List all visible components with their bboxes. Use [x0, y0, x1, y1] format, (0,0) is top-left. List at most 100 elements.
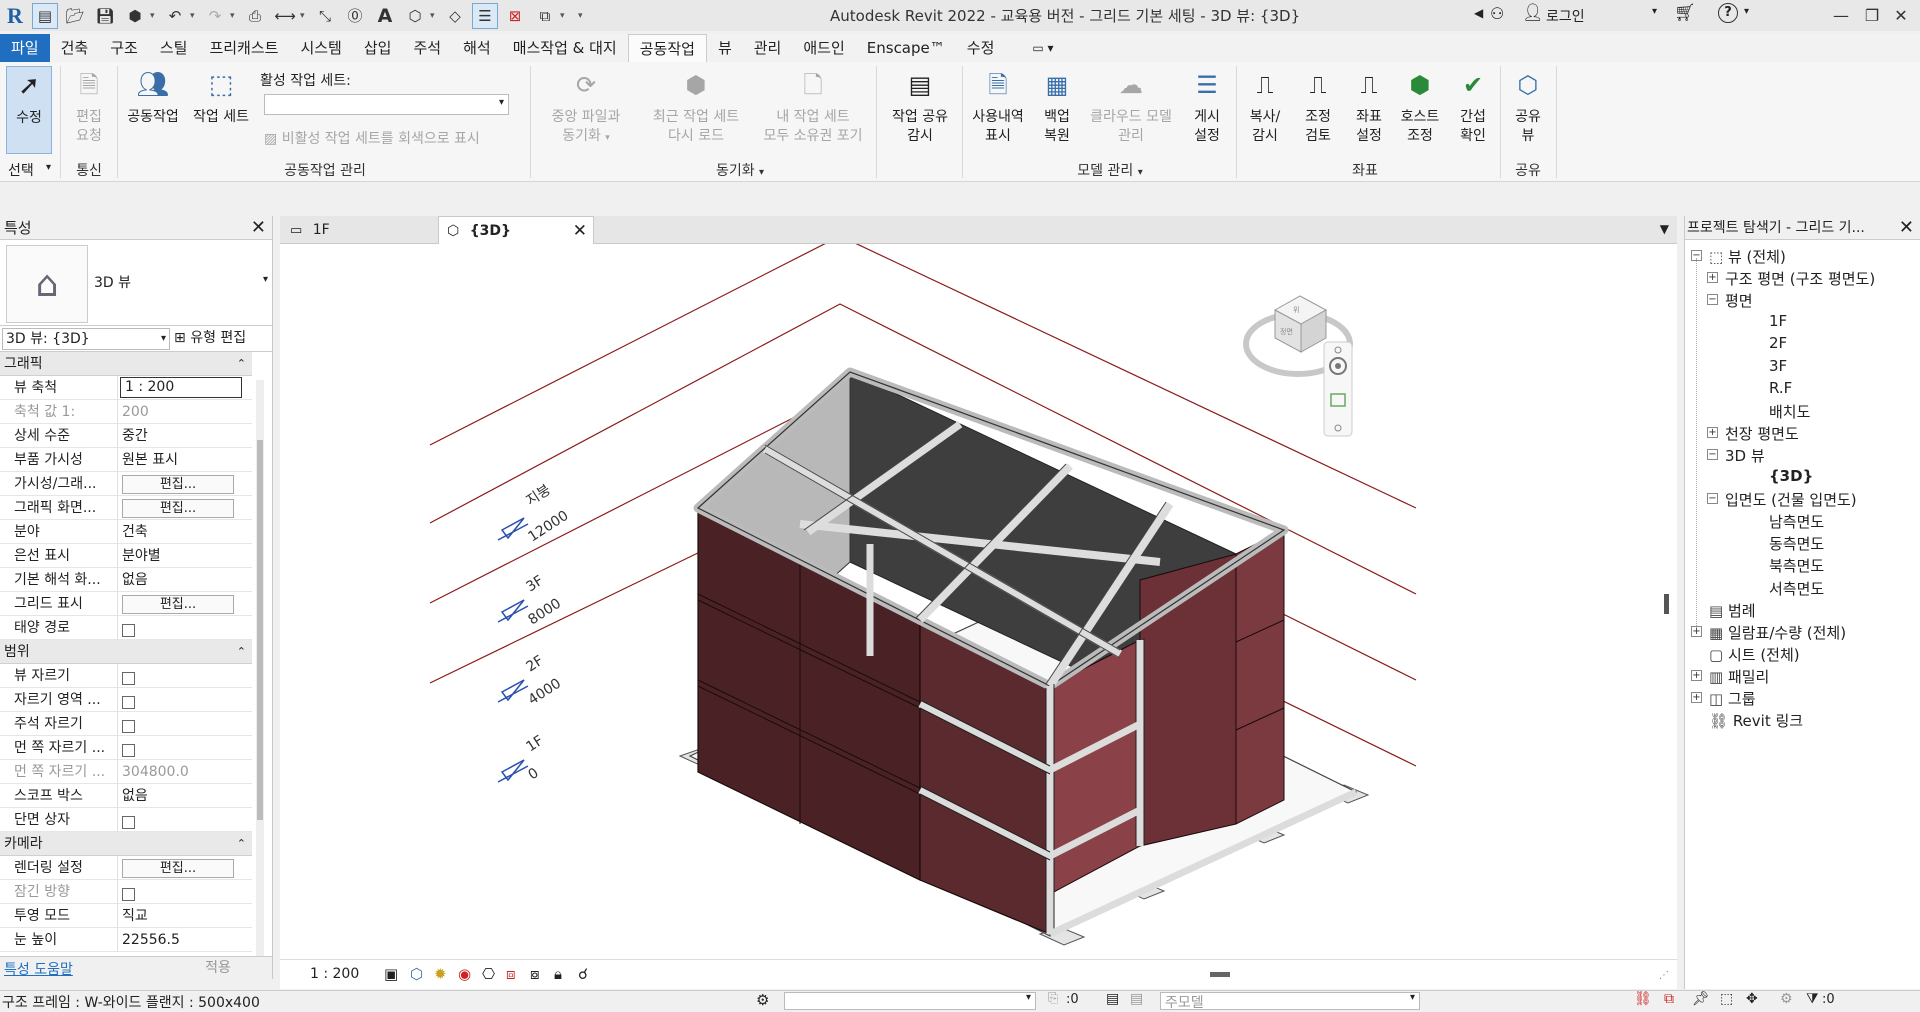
property-row[interactable]: 뷰 축척 1 : 200 [0, 375, 252, 400]
browser-node[interactable]: R.F [1769, 379, 1792, 397]
view-tab-1f[interactable]: ▭ 1F [282, 216, 432, 244]
section-extents[interactable]: 범위 ⌃ [0, 640, 252, 664]
thin-lines-icon[interactable]: ☰ [472, 2, 498, 29]
crop-view-icon[interactable]: ⧈ [506, 965, 516, 983]
browser-node[interactable]: 평면 [1725, 290, 1753, 311]
browser-node[interactable]: 구조 평면 (구조 평면도) [1725, 268, 1875, 289]
edit-button[interactable]: 편집... [122, 474, 234, 494]
property-row[interactable]: 먼 쪽 자르기 ... 304800.0 [0, 759, 252, 784]
tab-systems[interactable]: 시스템 [289, 34, 352, 62]
workset-status-select[interactable]: ▾ [784, 992, 1036, 1010]
navigation-bar[interactable] [1323, 341, 1353, 437]
measure-icon[interactable]: ⟷ [272, 3, 298, 29]
instance-select[interactable]: 3D 뷰: {3D} ▾ [2, 328, 170, 350]
property-checkbox[interactable] [122, 695, 135, 709]
edit-type-button[interactable]: ⊞ 유형 편집 [174, 328, 270, 350]
property-value[interactable]: 편집... [118, 856, 252, 880]
browser-node[interactable]: 3F [1769, 357, 1787, 375]
property-row[interactable]: 스코프 박스 없음 [0, 783, 252, 808]
expand-icon[interactable]: + [1691, 692, 1702, 703]
property-row[interactable]: 태양 경로 [0, 615, 252, 640]
print-icon[interactable]: ⎙ [242, 3, 268, 29]
property-row[interactable]: 가시성/그래... 편집... [0, 471, 252, 496]
property-row[interactable]: 잠긴 방향 [0, 879, 252, 904]
share-view-button[interactable]: ⬡ 공유 뷰 [1504, 66, 1552, 146]
switch-windows-icon[interactable]: ⧉ [532, 3, 558, 29]
property-row[interactable]: 렌더링 설정 편집... [0, 856, 252, 880]
tab-collaborate[interactable]: 공동작업 [627, 34, 707, 62]
property-checkbox[interactable] [122, 743, 135, 757]
resize-grip-icon[interactable]: ⋰ [1659, 970, 1669, 981]
properties-toggle-icon[interactable]: ▤ [32, 2, 58, 29]
browser-node[interactable]: ◫ 그룹 [1709, 688, 1756, 709]
select-panel-title[interactable]: 선택 [8, 160, 34, 180]
property-value[interactable]: 없음 [118, 568, 252, 592]
property-row[interactable]: 먼 쪽 자르기 ... [0, 735, 252, 760]
chevron-down-icon[interactable]: ▾ [230, 11, 240, 21]
tab-manage[interactable]: 관리 [743, 34, 793, 62]
browser-node[interactable]: 남측면도 [1769, 511, 1824, 532]
coordination-review-button[interactable]: ⎍ 조정 검토 [1294, 66, 1342, 146]
redo-icon[interactable]: ↷ [202, 3, 228, 29]
properties-scrollbar[interactable] [256, 380, 264, 980]
property-checkbox[interactable] [122, 815, 135, 829]
edit-button[interactable]: 편집... [122, 858, 234, 878]
browser-node[interactable]: ⬚ 뷰 (전체) [1709, 246, 1786, 267]
property-value[interactable] [118, 808, 252, 832]
design-option-edit-icon[interactable]: ▤ [1130, 991, 1143, 1007]
property-row[interactable]: 주석 자르기 [0, 711, 252, 736]
select-underlay-icon[interactable]: ⧉ [1664, 991, 1674, 1007]
modify-button[interactable]: ➚ 수정 [6, 66, 52, 154]
tag-icon[interactable]: ⓪ [342, 3, 368, 29]
restore-backup-button[interactable]: ▦ 백업 복원 [1034, 66, 1080, 146]
manage-models-panel-title[interactable]: 모델 관리 ▾ [1040, 160, 1180, 180]
tab-annotate[interactable]: 주석 [402, 34, 452, 62]
worksharing-monitor-button[interactable]: ▤ 작업 공유 감시 [884, 66, 956, 146]
rendering-icon[interactable]: ⎔ [482, 965, 495, 983]
cart-icon[interactable]: 🛒︎ [1674, 3, 1696, 23]
lock-view-icon[interactable]: 🔒︎ [554, 965, 562, 983]
shadows-icon[interactable]: ◉ [458, 965, 471, 983]
properties-help-link[interactable]: 특성 도움말 [4, 959, 73, 979]
browser-node[interactable]: ▥ 패밀리 [1709, 666, 1769, 687]
interference-check-button[interactable]: ✔︎ 간섭 확인 [1448, 66, 1498, 146]
ribbon-minimize-toggle[interactable]: ▭ ▾ [1021, 34, 1064, 62]
browser-node[interactable]: 북측면도 [1769, 555, 1824, 576]
close-icon[interactable]: ✕ [1899, 216, 1914, 240]
sync-central-icon[interactable]: ⬢ [122, 3, 148, 29]
close-icon[interactable]: ✕ [1886, 2, 1916, 28]
worksets-button[interactable]: ⬚ 작업 세트 [188, 66, 254, 127]
publish-settings-button[interactable]: ☰ 게시 설정 [1182, 66, 1232, 146]
browser-node[interactable]: 입면도 (건물 입면도) [1725, 489, 1857, 510]
collapse-icon[interactable]: − [1707, 493, 1718, 505]
tab-steel[interactable]: 스틸 [149, 34, 199, 62]
view-tab-3d[interactable]: ⬡ {3D} ✕ [438, 216, 594, 244]
property-row[interactable]: 자르기 영역 ... [0, 687, 252, 712]
horizontal-scroll-handle[interactable] [1210, 972, 1230, 977]
browser-node[interactable]: 천장 평면도 [1725, 423, 1799, 444]
aligned-dimension-icon[interactable]: ⤡ [312, 3, 338, 29]
chevron-down-icon[interactable]: ▾ [300, 11, 310, 21]
chevron-down-icon[interactable]: ▾ [46, 162, 51, 173]
property-value[interactable]: 분야별 [118, 544, 252, 568]
show-history-button[interactable]: 🗎︎ 사용내역 표시 [966, 66, 1030, 146]
browser-node[interactable]: 2F [1769, 334, 1787, 352]
building-model[interactable] [678, 367, 1370, 946]
arrow-left-icon[interactable]: ◀ [1474, 6, 1483, 20]
browser-node[interactable]: ⛓︎ Revit 링크 [1709, 710, 1803, 731]
expand-icon[interactable]: + [1691, 669, 1702, 681]
3d-view-icon[interactable]: ⬡ [402, 3, 428, 29]
browser-node[interactable]: 서측면도 [1769, 578, 1824, 599]
manage-cloud-models-button[interactable]: ☁︎ 클라우드 모델 관리 [1084, 66, 1178, 146]
collapse-icon[interactable]: − [1707, 294, 1718, 306]
property-row[interactable]: 분야 건축 [0, 519, 252, 544]
tab-massing-site[interactable]: 매스작업 & 대지 [502, 34, 628, 62]
binoculars-icon[interactable]: ⚇ [1490, 4, 1504, 23]
property-value[interactable]: 편집... [118, 472, 252, 496]
worksharing-display-icon[interactable]: ⚙︎ [756, 991, 769, 1009]
property-value[interactable]: 편집... [118, 592, 252, 616]
help-icon[interactable]: ? [1718, 3, 1738, 23]
collapse-icon[interactable]: − [1707, 448, 1718, 460]
expand-icon[interactable]: + [1707, 426, 1718, 438]
editing-requests-icon[interactable]: ⎘ [1048, 991, 1058, 1006]
